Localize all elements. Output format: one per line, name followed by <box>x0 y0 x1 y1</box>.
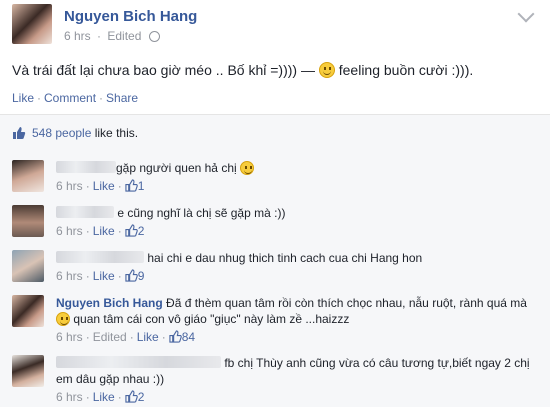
separator: · <box>85 224 90 238</box>
comment-body: gặp người quen hả chị 6 hrs · Like · 1 <box>56 160 542 194</box>
commenter-avatar[interactable] <box>12 160 44 192</box>
comment-meta: 6 hrs · Edited · Like · 84 <box>56 329 542 345</box>
post-card: Nguyen Bich Hang 6 hrs · Edited Và trái … <box>0 0 550 407</box>
separator: · <box>85 330 90 344</box>
comment-like-button[interactable]: Like <box>93 224 115 238</box>
comment-like-count[interactable]: 1 <box>138 179 145 193</box>
commenter-name-redacted[interactable] <box>56 206 114 218</box>
comment-meta: 6 hrs · Like · 9 <box>56 268 542 284</box>
comment-like-button[interactable]: Like <box>93 269 115 283</box>
commenter-avatar[interactable] <box>12 355 44 387</box>
like-thumb-icon <box>125 269 138 282</box>
author-avatar[interactable] <box>12 4 52 44</box>
comment-text: gặp người quen hả chị <box>116 161 237 175</box>
separator: · <box>117 179 122 193</box>
comment-meta: 6 hrs · Like · 1 <box>56 178 542 194</box>
comment-button[interactable]: Comment <box>44 91 96 105</box>
comment-time[interactable]: 6 hrs <box>56 224 83 238</box>
comment-meta: 6 hrs · Like · 2 <box>56 389 542 405</box>
comment-time[interactable]: 6 hrs <box>56 269 83 283</box>
post-feeling: feeling buồn cười :))). <box>338 62 474 78</box>
like-thumb-icon <box>125 179 138 192</box>
comment-item: gặp người quen hả chị 6 hrs · Like · 1 <box>12 160 542 200</box>
like-thumb-icon <box>125 390 138 403</box>
comment-text: Đã đ thèm quan tâm rồi còn thích chọc nh… <box>166 296 527 310</box>
comment-like-count[interactable]: 84 <box>182 330 195 344</box>
comment-like-count[interactable]: 2 <box>138 224 145 238</box>
share-button[interactable]: Share <box>106 91 138 105</box>
comment-list: gặp người quen hả chị 6 hrs · Like · 1 e cũn… <box>0 150 550 407</box>
post-text-main: Và trái đất lại chưa bao giờ méo .. Bố k… <box>12 62 315 78</box>
post-actions: Like · Comment · Share <box>12 91 138 105</box>
smile-emoji-icon <box>56 312 70 326</box>
edited-label[interactable]: Edited <box>107 29 141 43</box>
smile-emoji-icon <box>240 161 254 175</box>
globe-icon[interactable] <box>148 31 160 42</box>
post-meta: 6 hrs · Edited <box>64 29 160 43</box>
comment-item: e cũng nghĩ là chị sẽ gặp mà :)) 6 hrs · L… <box>12 205 542 245</box>
comment-time[interactable]: 6 hrs <box>56 330 83 344</box>
like-thumb-icon <box>169 330 182 343</box>
smile-emoji-icon <box>318 62 335 78</box>
commenter-name-redacted[interactable] <box>56 251 144 263</box>
commenter-avatar[interactable] <box>12 205 44 237</box>
comment-time[interactable]: 6 hrs <box>56 179 83 193</box>
comment-text-continued: quan tâm cái con vô giáo "giục" này làm … <box>73 312 350 326</box>
separator: · <box>85 179 90 193</box>
separator: · <box>129 330 134 344</box>
comment-like-count[interactable]: 9 <box>138 269 145 283</box>
comment-time[interactable]: 6 hrs <box>56 390 83 404</box>
comment-like-button[interactable]: Like <box>93 179 115 193</box>
likes-bar: 548 people like this. <box>0 114 550 152</box>
chevron-down-icon[interactable] <box>517 5 535 23</box>
comment-meta: 6 hrs · Like · 2 <box>56 223 542 239</box>
likes-count-link[interactable]: 548 people <box>32 126 91 140</box>
comment-item: fb chị Thùy anh cũng vừa có câu tương tự… <box>12 355 542 405</box>
separator: · <box>85 390 90 404</box>
comment-like-button[interactable]: Like <box>137 330 159 344</box>
commenter-name[interactable]: Nguyen Bich Hang <box>56 296 163 310</box>
commenter-name-redacted[interactable] <box>56 161 116 173</box>
separator: · <box>117 269 122 283</box>
comment-body: fb chị Thùy anh cũng vừa có câu tương tự… <box>56 355 542 405</box>
likes-suffix: like this. <box>91 126 139 140</box>
author-reply-avatar[interactable] <box>12 295 44 327</box>
post-time[interactable]: 6 hrs <box>64 29 91 43</box>
like-thumb-icon <box>125 224 138 237</box>
separator: · <box>37 91 42 105</box>
comment-body: e cũng nghĩ là chị sẽ gặp mà :)) 6 hrs · L… <box>56 205 542 239</box>
comment-body: hai chi e dau nhug thich tinh cach cua c… <box>56 250 542 284</box>
separator: · <box>85 269 90 283</box>
separator: · <box>97 29 102 43</box>
comment-item: Nguyen Bich Hang Đã đ thèm quan tâm rồi … <box>12 295 542 350</box>
comment-text: hai chi e dau nhug thich tinh cach cua c… <box>147 251 423 265</box>
separator: · <box>99 91 104 105</box>
post-text: Và trái đất lại chưa bao giờ méo .. Bố k… <box>12 60 537 80</box>
comment-item: hai chi e dau nhug thich tinh cach cua c… <box>12 250 542 290</box>
separator: · <box>117 224 122 238</box>
edited-label[interactable]: Edited <box>93 330 127 344</box>
author-name[interactable]: Nguyen Bich Hang <box>64 8 197 25</box>
post-header: Nguyen Bich Hang 6 hrs · Edited <box>12 4 535 48</box>
commenter-avatar[interactable] <box>12 250 44 282</box>
commenter-name-redacted[interactable] <box>56 356 221 368</box>
comment-like-button[interactable]: Like <box>93 390 115 404</box>
like-button[interactable]: Like <box>12 91 34 105</box>
separator: · <box>117 390 122 404</box>
comment-body: Nguyen Bich Hang Đã đ thèm quan tâm rồi … <box>56 295 542 345</box>
like-thumb-icon <box>13 127 26 139</box>
comment-text: e cũng nghĩ là chị sẽ gặp mà :)) <box>117 206 286 220</box>
likes-summary: 548 people like this. <box>32 126 138 140</box>
comment-like-count[interactable]: 2 <box>138 390 145 404</box>
separator: · <box>161 330 166 344</box>
